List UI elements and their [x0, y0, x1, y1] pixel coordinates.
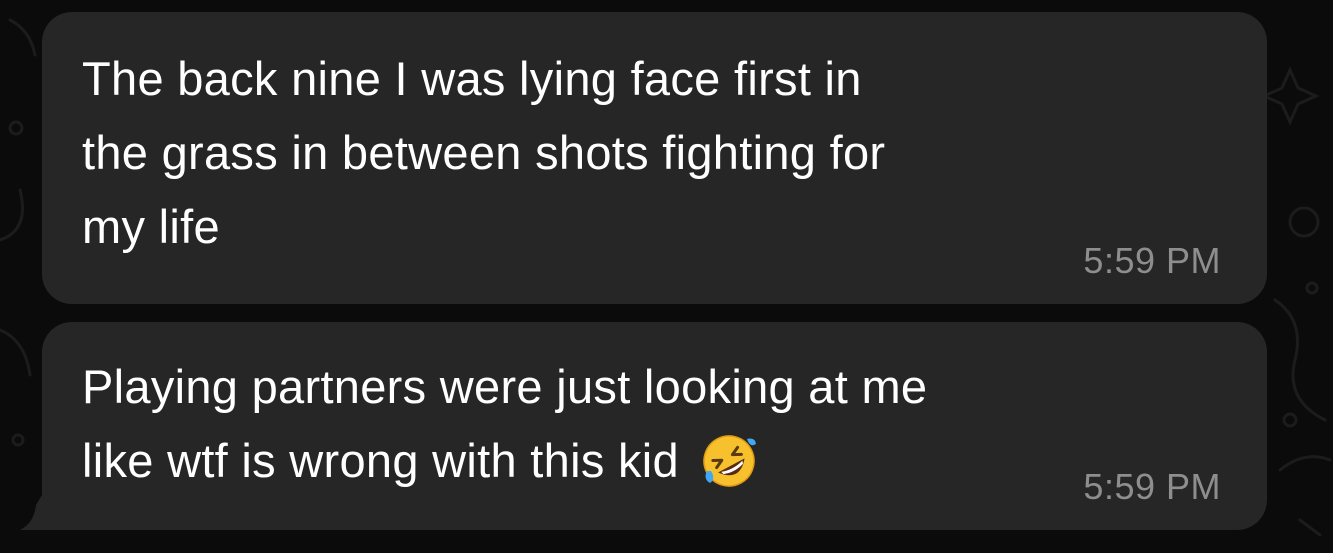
message-timestamp: 5:59 PM	[1083, 240, 1221, 281]
message-text: The back nine I was lying face first in …	[82, 52, 886, 253]
message-text: Playing partners were just looking at me…	[82, 350, 1192, 498]
rolling-on-floor-laughing-emoji-icon	[703, 435, 756, 487]
message-text-content: Playing partners were just looking at me…	[82, 360, 928, 487]
message-timestamp: 5:59 PM	[1083, 466, 1221, 507]
message-bubble[interactable]: The back nine I was lying face first in …	[42, 12, 1267, 304]
message-bubble[interactable]: Playing partners were just looking at me…	[42, 322, 1267, 530]
